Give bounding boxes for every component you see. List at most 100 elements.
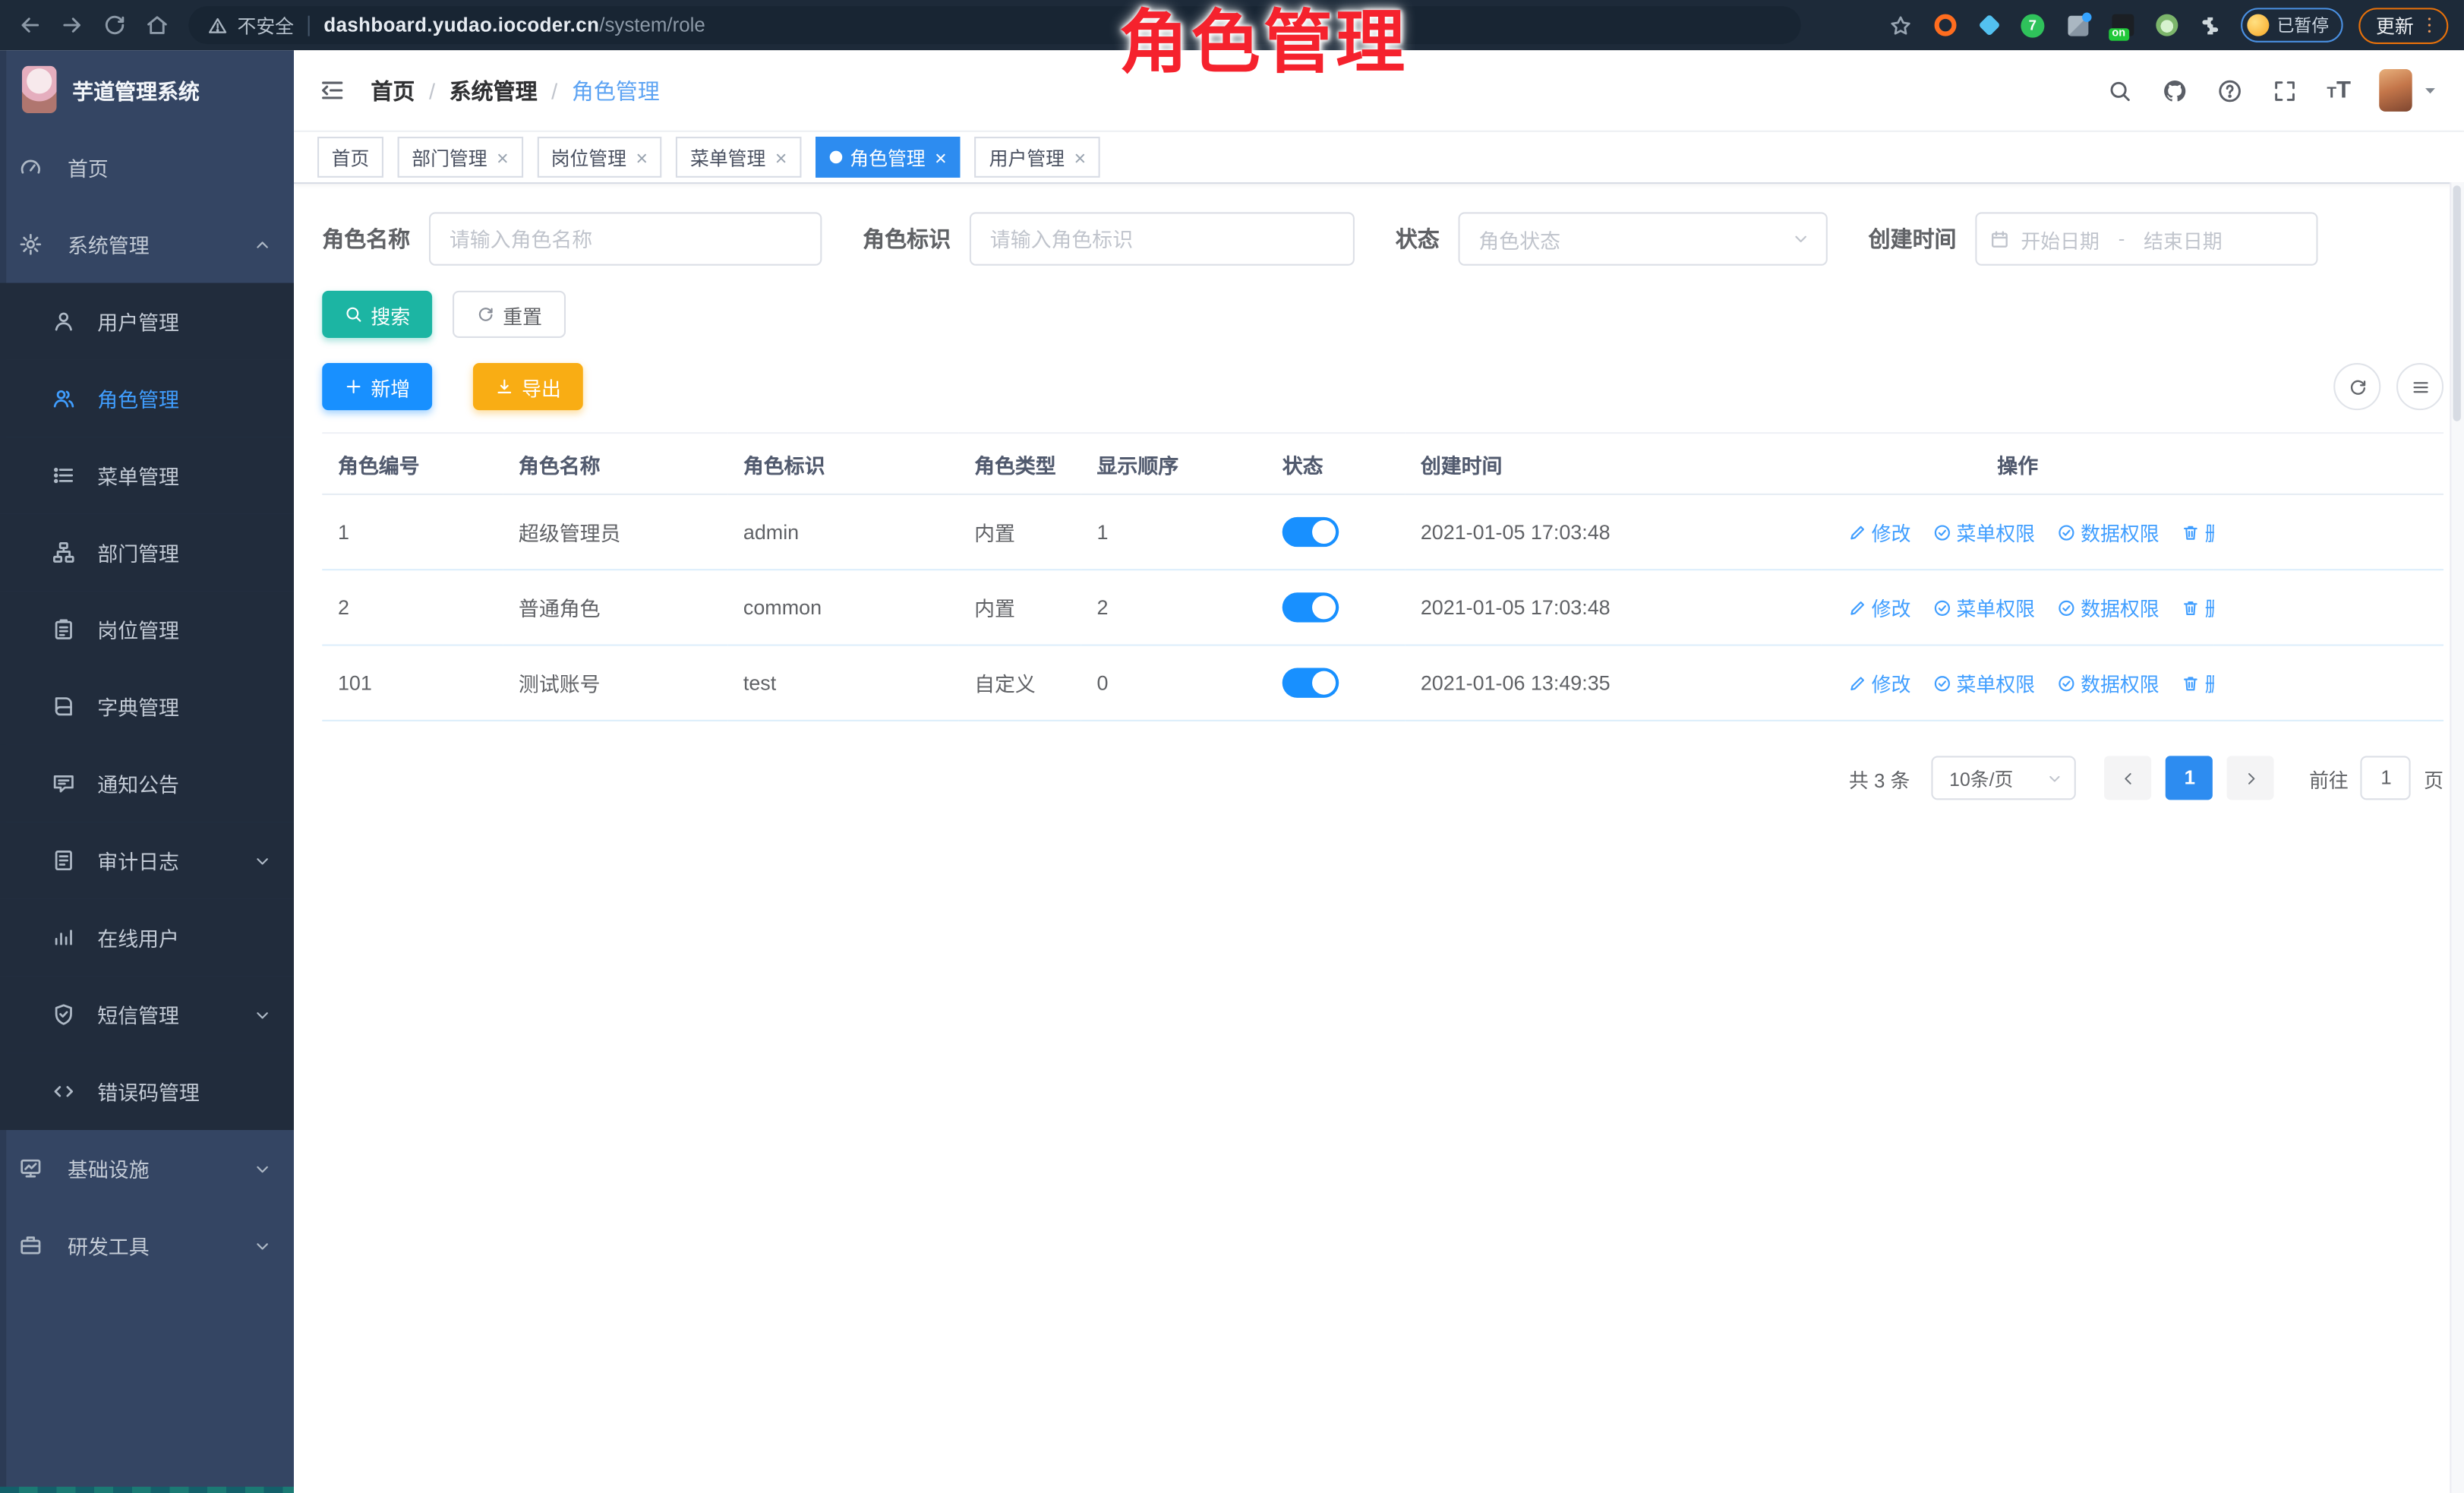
- next-page-button[interactable]: [2227, 756, 2274, 800]
- action-menu-perm[interactable]: 菜单权限: [1933, 517, 2036, 547]
- action-label: 删除: [2205, 517, 2214, 547]
- create-time-range-picker[interactable]: 开始日期 - 结束日期: [1975, 212, 2317, 265]
- action-delete[interactable]: 删除: [2182, 517, 2214, 547]
- status-toggle[interactable]: [1282, 668, 1339, 698]
- search-button[interactable]: 搜索: [322, 291, 432, 338]
- close-tab-icon[interactable]: ×: [497, 147, 509, 167]
- collapse-sidebar-icon[interactable]: [319, 77, 345, 103]
- close-tab-icon[interactable]: ×: [636, 147, 648, 167]
- sidebar-item-sms[interactable]: 短信管理: [0, 976, 294, 1053]
- sidebar-item-menu[interactable]: 菜单管理: [0, 437, 294, 513]
- tab-home[interactable]: 首页: [317, 137, 383, 178]
- back-arrow-icon[interactable]: [17, 13, 43, 38]
- extension-seven-icon[interactable]: 7: [2021, 14, 2044, 37]
- sidebar-item-audit-log[interactable]: 审计日志: [0, 822, 294, 898]
- goto-page-input[interactable]: [2361, 756, 2411, 800]
- extension-target-icon[interactable]: [1935, 14, 1957, 36]
- calendar-icon: [1989, 229, 2010, 249]
- sidebar-item-user[interactable]: 用户管理: [0, 283, 294, 360]
- role-name-input[interactable]: [429, 212, 822, 265]
- add-button[interactable]: 新增: [322, 363, 432, 410]
- status-toggle[interactable]: [1282, 517, 1339, 547]
- extension-switch-icon[interactable]: on: [2112, 14, 2134, 36]
- action-data-perm[interactable]: 数据权限: [2057, 517, 2160, 547]
- tab-menu[interactable]: 菜单管理 ×: [676, 137, 801, 178]
- tab-label: 部门管理: [412, 144, 487, 170]
- role-key-input[interactable]: [970, 212, 1355, 265]
- scrollbar-thumb[interactable]: [2453, 185, 2460, 421]
- sidebar-item-system[interactable]: 系统管理: [0, 206, 294, 283]
- sidebar-item-infra[interactable]: 基础设施: [0, 1130, 294, 1207]
- action-menu-perm[interactable]: 菜单权限: [1933, 592, 2036, 622]
- close-tab-icon[interactable]: ×: [935, 147, 947, 167]
- sidebar-item-notice[interactable]: 通知公告: [0, 745, 294, 822]
- github-icon[interactable]: [2162, 77, 2187, 103]
- sidebar-item-dept[interactable]: 部门管理: [0, 514, 294, 591]
- extensions-puzzle-icon[interactable]: [2198, 14, 2222, 37]
- not-secure-warning-icon: [207, 15, 228, 36]
- update-label: 更新: [2376, 12, 2414, 39]
- sidebar-item-role[interactable]: 角色管理: [0, 360, 294, 437]
- tab-label: 首页: [332, 144, 370, 170]
- action-delete[interactable]: 删除: [2182, 592, 2214, 622]
- sidebar-item-dict[interactable]: 字典管理: [0, 668, 294, 745]
- browser-update-button[interactable]: 更新: [2358, 7, 2448, 43]
- sidebar-item-home[interactable]: 首页: [0, 129, 294, 206]
- tab-post[interactable]: 岗位管理×: [537, 137, 662, 178]
- close-tab-icon[interactable]: ×: [1074, 147, 1086, 167]
- breadcrumb-home[interactable]: 首页: [371, 74, 415, 106]
- breadcrumb-system[interactable]: 系统管理: [450, 74, 538, 106]
- status-toggle[interactable]: [1282, 592, 1339, 622]
- forward-arrow-icon[interactable]: [60, 13, 85, 38]
- total-count: 共 3 条: [1849, 763, 1910, 793]
- action-data-perm[interactable]: 数据权限: [2057, 668, 2160, 698]
- extension-gem-icon[interactable]: [1978, 14, 2000, 36]
- tab-user[interactable]: 用户管理×: [975, 137, 1100, 178]
- fontsize-icon[interactable]: TT: [2327, 78, 2351, 102]
- action-edit[interactable]: 修改: [1848, 592, 1911, 622]
- user-avatar[interactable]: [2379, 69, 2412, 112]
- refresh-table-button[interactable]: [2333, 363, 2380, 410]
- extension-monkey-icon[interactable]: [2156, 14, 2178, 36]
- action-menu-perm[interactable]: 菜单权限: [1933, 668, 2036, 698]
- action-data-perm[interactable]: 数据权限: [2057, 592, 2160, 622]
- extension-grid-icon[interactable]: [2068, 15, 2088, 36]
- sidebar-item-online-user[interactable]: 在线用户: [0, 899, 294, 976]
- close-tab-icon[interactable]: ×: [775, 147, 787, 167]
- reload-icon[interactable]: [103, 13, 128, 38]
- status-select[interactable]: 角色状态: [1458, 212, 1827, 265]
- cell-role-type: 内置: [958, 494, 1081, 570]
- tab-role[interactable]: 角色管理×: [816, 137, 961, 178]
- chevron-down-icon: [253, 1236, 272, 1255]
- action-edit[interactable]: 修改: [1848, 517, 1911, 547]
- user-menu-caret-icon[interactable]: [2421, 82, 2439, 99]
- active-tab-dot: [829, 151, 842, 164]
- annotation-overlay-title: 角色管理: [1118, 0, 1408, 88]
- columns-icon: [2410, 377, 2431, 397]
- reset-button[interactable]: 重置: [453, 291, 566, 338]
- tab-label: 菜单管理: [690, 144, 765, 170]
- action-delete[interactable]: 删除: [2182, 668, 2214, 698]
- browser-menu-icon[interactable]: [2418, 14, 2440, 36]
- sidebar-item-dev-tools[interactable]: 研发工具: [0, 1207, 294, 1283]
- page-1-button[interactable]: 1: [2166, 756, 2213, 800]
- app-logo[interactable]: 芋道管理系统: [0, 50, 294, 128]
- home-icon[interactable]: [144, 13, 169, 38]
- sidebar-item-post[interactable]: 岗位管理: [0, 591, 294, 668]
- cell-role-key: test: [727, 645, 958, 721]
- help-icon[interactable]: [2216, 77, 2242, 103]
- action-edit[interactable]: 修改: [1848, 668, 1911, 698]
- sidebar-item-label: 部门管理: [97, 538, 179, 567]
- paused-extension-button[interactable]: 已暂停: [2241, 8, 2343, 43]
- address-bar[interactable]: 不安全 dashboard.yudao.iocoder.cn/system/ro…: [188, 6, 1800, 44]
- page-scrollbar[interactable]: [2450, 182, 2464, 1493]
- bookmark-star-icon[interactable]: [1889, 14, 1913, 37]
- prev-page-button[interactable]: [2105, 756, 2152, 800]
- export-button[interactable]: 导出: [473, 363, 583, 410]
- column-settings-button[interactable]: [2396, 363, 2443, 410]
- page-size-select[interactable]: 10条/页: [1932, 756, 2076, 800]
- fullscreen-icon[interactable]: [2272, 77, 2297, 103]
- sidebar-item-error-code[interactable]: 错误码管理: [0, 1053, 294, 1130]
- tab-dept[interactable]: 部门管理 ×: [398, 137, 523, 178]
- search-icon[interactable]: [2107, 77, 2132, 103]
